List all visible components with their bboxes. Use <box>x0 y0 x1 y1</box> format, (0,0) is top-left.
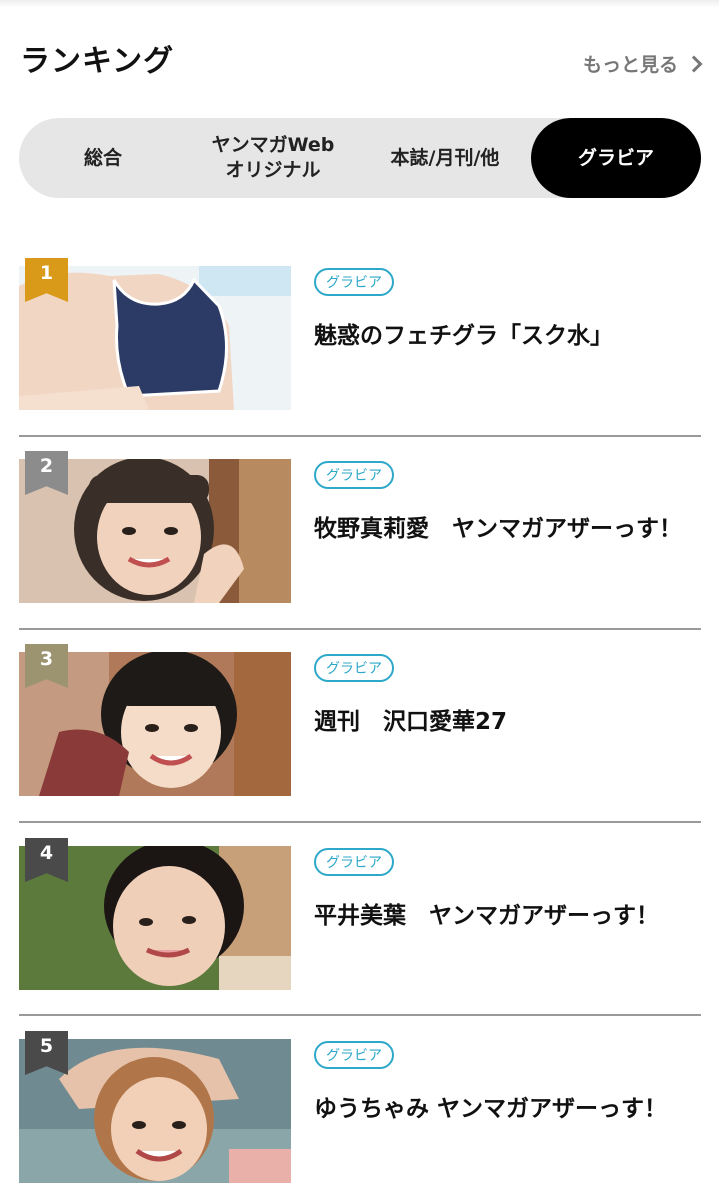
ranking-item-1[interactable]: 1 グラビア 魅惑のフェチグラ「スク水」 <box>19 258 701 410</box>
tab-overall[interactable]: 総合 <box>19 118 187 198</box>
tab-yanmaga-web-original[interactable]: ヤンマガWeb オリジナル <box>187 118 359 198</box>
ranking-item-4[interactable]: 4 グラビア 平井美葉 ヤンマガアザーっす！ <box>19 838 701 990</box>
item-title[interactable]: 平井美葉 ヤンマガアザーっす！ <box>314 896 699 930</box>
tab-gravure[interactable]: グラビア <box>531 118 701 198</box>
ranking-item-3[interactable]: 3 グラビア 週刊 沢口愛華27 <box>19 644 701 796</box>
tab-magazine-monthly[interactable]: 本誌/月刊/他 <box>359 118 531 198</box>
category-tabs: 総合 ヤンマガWeb オリジナル 本誌/月刊/他 グラビア <box>19 118 701 198</box>
category-tag[interactable]: グラビア <box>314 654 394 682</box>
more-link-label: もっと見る <box>582 54 678 76</box>
divider <box>19 628 701 630</box>
category-tag[interactable]: グラビア <box>314 1041 394 1069</box>
chevron-right-icon <box>685 55 703 72</box>
more-link[interactable]: もっと見る <box>583 50 704 77</box>
item-title[interactable]: 魅惑のフェチグラ「スク水」 <box>314 316 699 350</box>
item-title[interactable]: 週刊 沢口愛華27 <box>314 702 699 736</box>
item-title[interactable]: 牧野真莉愛 ヤンマガアザーっす！ <box>314 509 699 543</box>
top-edge-shade <box>0 0 719 8</box>
item-title[interactable]: ゆうちゃみ ヤンマガアザーっす！ <box>314 1089 699 1123</box>
ranking-header: ランキング もっと見る <box>20 36 704 80</box>
ranking-item-2[interactable]: 2 グラビア 牧野真莉愛 ヤンマガアザーっす！ <box>19 451 701 603</box>
divider <box>19 1014 701 1016</box>
category-tag[interactable]: グラビア <box>314 461 394 489</box>
page-title: ランキング <box>20 44 175 79</box>
category-tag[interactable]: グラビア <box>314 848 394 876</box>
ranking-item-5[interactable]: 5 グラビア ゆうちゃみ ヤンマガアザーっす！ <box>19 1031 701 1183</box>
category-tag[interactable]: グラビア <box>314 268 394 296</box>
divider <box>19 821 701 823</box>
divider <box>19 435 701 437</box>
